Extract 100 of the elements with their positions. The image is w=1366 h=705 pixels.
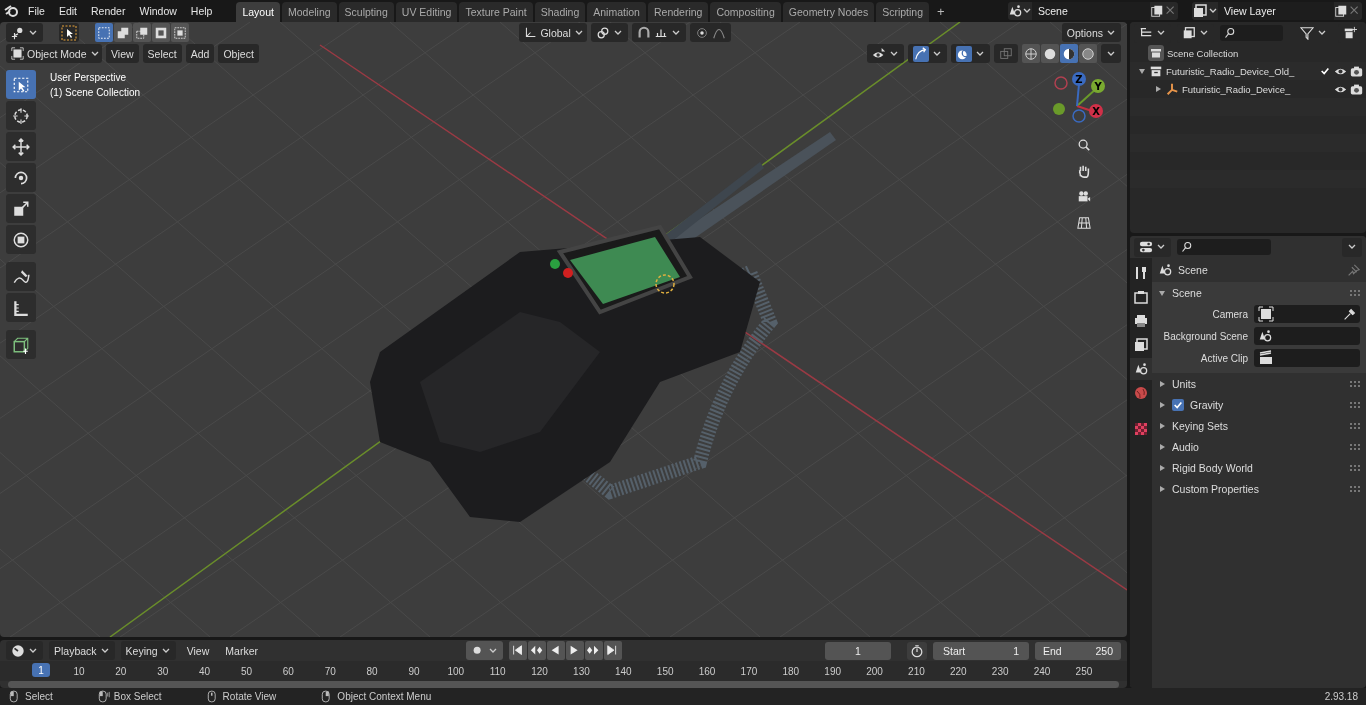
drag-handle-icon[interactable] bbox=[1350, 289, 1360, 296]
checkbox[interactable] bbox=[1172, 398, 1184, 411]
toolbar-tool[interactable] bbox=[6, 262, 36, 291]
shading-mode-button[interactable] bbox=[1060, 44, 1078, 63]
playback-button[interactable] bbox=[566, 641, 584, 660]
workspace-tab[interactable]: Shading bbox=[534, 2, 586, 22]
workspace-tab[interactable]: Rendering bbox=[647, 2, 709, 22]
scrollbar[interactable] bbox=[8, 681, 1119, 688]
add-cube-icon[interactable] bbox=[12, 335, 30, 354]
record-button[interactable] bbox=[466, 641, 503, 660]
selection-mode-button[interactable] bbox=[114, 23, 132, 42]
collapsed-triangle-icon[interactable] bbox=[1158, 379, 1166, 388]
expanded-triangle-icon[interactable] bbox=[1158, 288, 1166, 297]
scene-icon[interactable] bbox=[1258, 329, 1272, 343]
gizmo-dropdown[interactable] bbox=[908, 44, 947, 63]
blender-logo-icon[interactable] bbox=[4, 3, 20, 19]
start-frame-field[interactable]: Start 1 bbox=[933, 641, 1029, 660]
header-menu[interactable]: Object bbox=[218, 44, 259, 63]
visibility-dropdown[interactable] bbox=[867, 44, 904, 63]
overlays-dropdown[interactable] bbox=[951, 44, 990, 63]
panel-header[interactable]: Units bbox=[1172, 377, 1344, 390]
collapsed-triangle-icon[interactable] bbox=[1158, 442, 1166, 451]
snap-dropdown[interactable] bbox=[632, 23, 687, 42]
menu-item[interactable]: File bbox=[22, 2, 51, 20]
outliner-item[interactable]: Futuristic_Radio_Device_ bbox=[1182, 83, 1331, 95]
xray-toggle[interactable] bbox=[994, 44, 1018, 63]
mode-dropdown[interactable]: Object Mode bbox=[6, 44, 102, 63]
object-field[interactable] bbox=[1254, 349, 1360, 367]
pin-icon[interactable] bbox=[1347, 263, 1360, 277]
duplicate-icon[interactable] bbox=[1150, 4, 1164, 18]
pivot-point-dropdown[interactable] bbox=[591, 23, 629, 42]
menu-item[interactable]: Help bbox=[184, 2, 219, 20]
scene-icon[interactable] bbox=[1008, 4, 1022, 18]
collapsed-triangle-icon[interactable] bbox=[1158, 484, 1166, 493]
transform-orientation-dropdown[interactable]: Global bbox=[519, 23, 588, 42]
checkbox[interactable] bbox=[1319, 65, 1331, 77]
move-icon[interactable] bbox=[12, 137, 30, 156]
measure-ruler-icon[interactable] bbox=[12, 298, 30, 317]
object-field[interactable] bbox=[1254, 305, 1360, 323]
search-field[interactable] bbox=[1220, 25, 1283, 41]
menu-item[interactable]: Edit bbox=[52, 2, 83, 20]
menu-item[interactable]: Render bbox=[85, 2, 132, 20]
timeline-menu[interactable]: View bbox=[181, 641, 215, 660]
add-workspace-button[interactable]: + bbox=[931, 1, 951, 21]
outliner-item[interactable]: Scene Collection bbox=[1167, 47, 1363, 59]
image-stack-icon[interactable] bbox=[1192, 3, 1208, 19]
toolbar-tool[interactable] bbox=[6, 293, 36, 322]
playback-button[interactable] bbox=[547, 641, 565, 660]
stopwatch-button[interactable] bbox=[907, 641, 927, 660]
menu-item[interactable]: Window bbox=[133, 2, 183, 20]
duplicate-icon[interactable] bbox=[1334, 4, 1348, 18]
camera-object-icon[interactable] bbox=[1258, 306, 1274, 322]
clapperboard-icon[interactable] bbox=[1258, 350, 1274, 366]
playback-button[interactable] bbox=[509, 641, 527, 660]
selection-mode-button[interactable] bbox=[95, 23, 113, 42]
toolbar-tool[interactable] bbox=[6, 194, 36, 223]
shading-mode-button[interactable] bbox=[1041, 44, 1059, 63]
editor-type-button[interactable] bbox=[1134, 237, 1171, 257]
toolbar-tool[interactable] bbox=[6, 330, 36, 359]
select-tool-button[interactable] bbox=[59, 23, 79, 42]
panel-header[interactable]: Audio bbox=[1172, 440, 1344, 453]
workspace-tab[interactable]: Layout bbox=[236, 2, 280, 22]
selection-mode-button[interactable] bbox=[152, 23, 170, 42]
playback-button[interactable] bbox=[528, 641, 546, 660]
editor-type-button[interactable] bbox=[6, 23, 43, 42]
scene-selector[interactable]: Scene bbox=[1008, 2, 1178, 20]
workspace-tab[interactable]: Animation bbox=[587, 2, 646, 22]
drag-handle-icon[interactable] bbox=[1350, 380, 1360, 387]
workspace-tab[interactable]: Geometry Nodes bbox=[782, 2, 875, 22]
workspace-tab[interactable]: Compositing bbox=[710, 2, 781, 22]
object-field[interactable] bbox=[1254, 327, 1360, 345]
expanded-triangle-icon[interactable] bbox=[1138, 67, 1146, 75]
eyedropper-icon[interactable] bbox=[1343, 307, 1356, 321]
current-frame-field[interactable]: 1 bbox=[825, 641, 891, 660]
scene-icon[interactable] bbox=[1158, 263, 1172, 277]
select-box-icon[interactable] bbox=[12, 75, 30, 94]
camera-icon[interactable] bbox=[1350, 64, 1363, 78]
collapsed-triangle-icon[interactable] bbox=[1158, 421, 1166, 430]
options-dropdown[interactable]: Options bbox=[1061, 23, 1121, 42]
transform-icon[interactable] bbox=[12, 230, 30, 249]
navigation-gizmo[interactable]: Z Y X bbox=[1051, 70, 1117, 130]
workspace-tab[interactable]: Texture Paint bbox=[459, 2, 533, 22]
panel-header[interactable]: Keying Sets bbox=[1172, 419, 1344, 432]
collapsed-triangle-icon[interactable] bbox=[1158, 463, 1166, 472]
collapsed-triangle-icon[interactable] bbox=[1158, 400, 1166, 409]
end-frame-field[interactable]: End 250 bbox=[1035, 641, 1121, 660]
editor-type-button[interactable] bbox=[6, 641, 43, 660]
toolbar-tool[interactable] bbox=[6, 70, 36, 99]
timeline-menu[interactable]: Marker bbox=[220, 641, 263, 660]
drag-handle-icon[interactable] bbox=[1350, 464, 1360, 471]
cursor-icon[interactable] bbox=[12, 106, 30, 125]
selection-mode-button[interactable] bbox=[171, 23, 189, 42]
selection-mode-button[interactable] bbox=[133, 23, 151, 42]
search-field[interactable] bbox=[1177, 239, 1271, 255]
panel-header[interactable]: Custom Properties bbox=[1172, 482, 1344, 495]
workspace-tab[interactable]: Scripting bbox=[876, 2, 929, 22]
toolbar-tool[interactable] bbox=[6, 163, 36, 192]
timeline-menu[interactable]: Keying bbox=[120, 641, 176, 660]
playback-button[interactable] bbox=[585, 641, 603, 660]
collapsed-triangle-icon[interactable] bbox=[1154, 85, 1162, 93]
